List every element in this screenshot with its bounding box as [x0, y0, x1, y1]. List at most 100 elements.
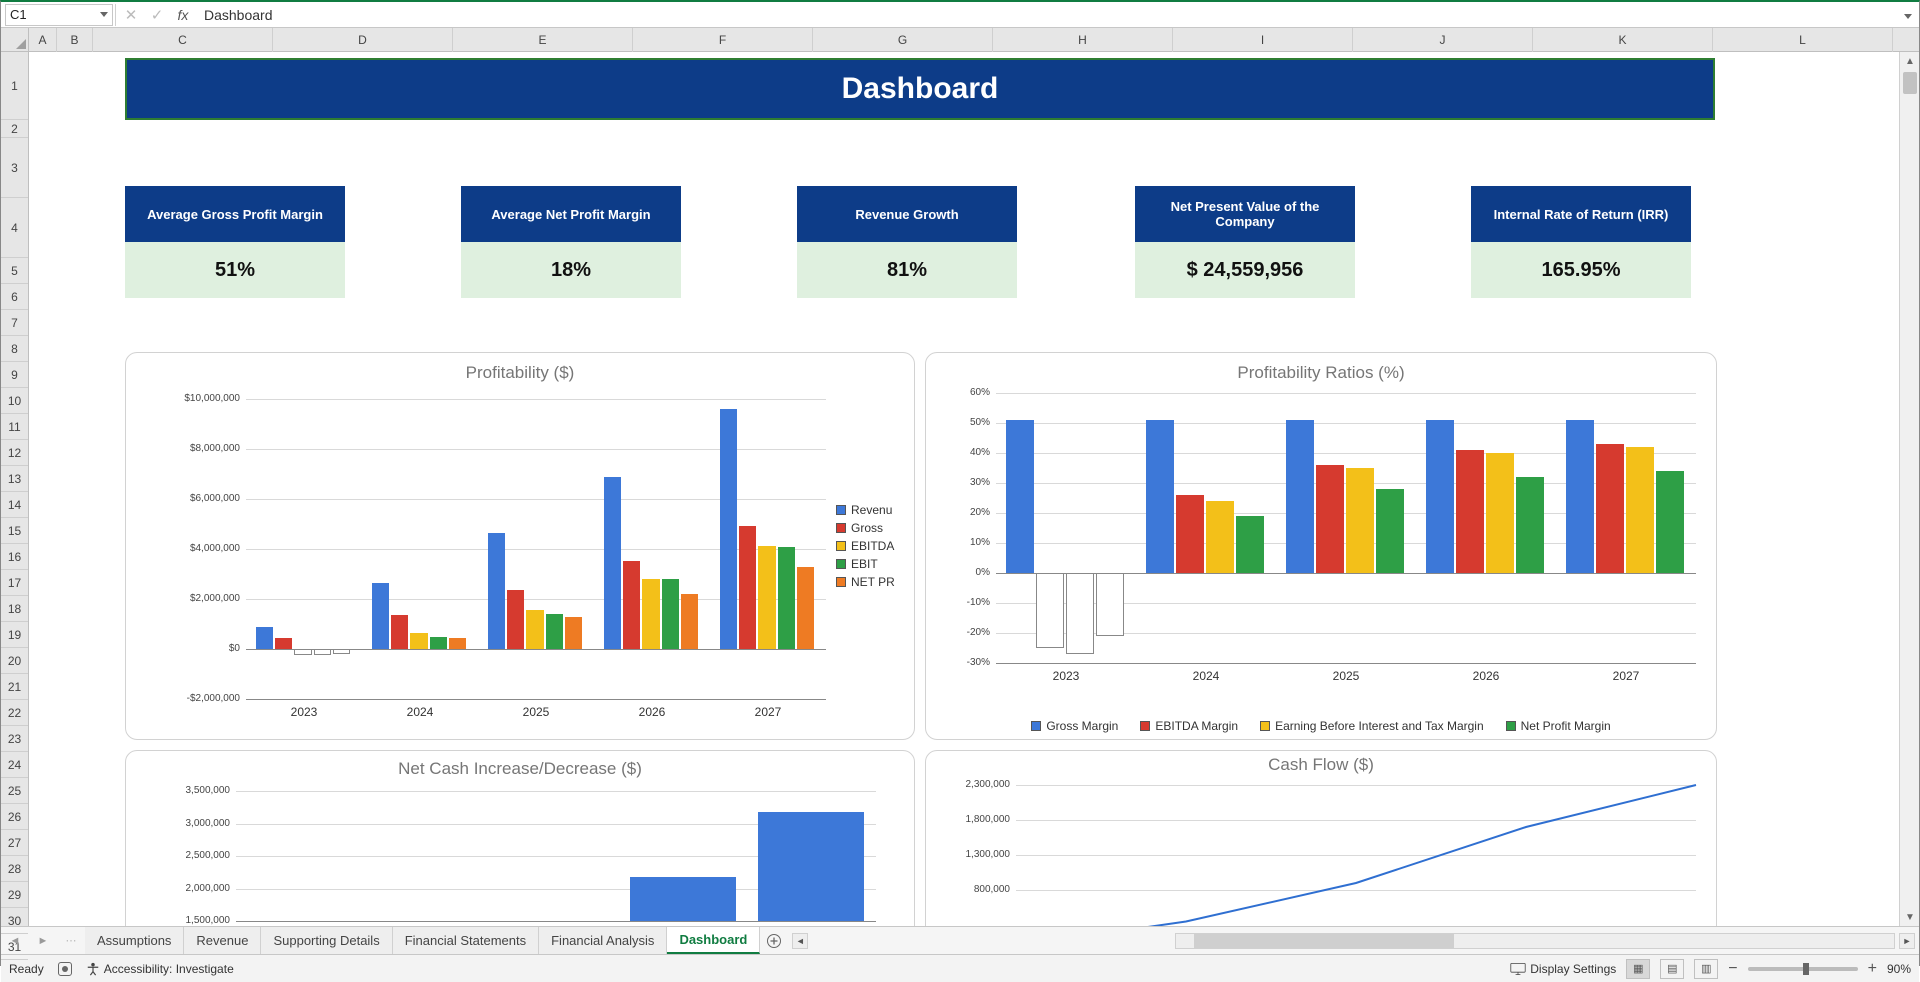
- row-header-18[interactable]: 18: [1, 596, 28, 622]
- row-header-28[interactable]: 28: [1, 856, 28, 882]
- tab-nav-last-icon[interactable]: ►: [37, 935, 48, 947]
- row-header-24[interactable]: 24: [1, 752, 28, 778]
- column-headers: ABCDEFGHIJKL: [29, 28, 1899, 52]
- sheet-tab-dashboard[interactable]: Dashboard: [667, 927, 760, 954]
- expand-formula-bar-icon[interactable]: [1897, 8, 1919, 22]
- column-header-F[interactable]: F: [633, 28, 813, 52]
- row-header-22[interactable]: 22: [1, 700, 28, 726]
- row-header-23[interactable]: 23: [1, 726, 28, 752]
- new-sheet-button[interactable]: [760, 927, 788, 954]
- row-header-20[interactable]: 20: [1, 648, 28, 674]
- bar: [1656, 471, 1684, 573]
- row-header-15[interactable]: 15: [1, 518, 28, 544]
- row-header-25[interactable]: 25: [1, 778, 28, 804]
- row-header-19[interactable]: 19: [1, 622, 28, 648]
- scroll-left-icon[interactable]: ◄: [792, 933, 808, 949]
- row-header-4[interactable]: 4: [1, 198, 28, 258]
- dashboard-title-box: Dashboard: [125, 58, 1715, 120]
- column-header-G[interactable]: G: [813, 28, 993, 52]
- zoom-slider[interactable]: [1748, 967, 1858, 971]
- column-header-B[interactable]: B: [57, 28, 93, 52]
- chevron-down-icon[interactable]: [100, 12, 108, 17]
- sheet-grid[interactable]: Dashboard Average Gross Profit Margin51%…: [29, 52, 1899, 926]
- bar: [1176, 495, 1204, 573]
- column-header-H[interactable]: H: [993, 28, 1173, 52]
- accessibility-status[interactable]: Accessibility: Investigate: [86, 962, 234, 976]
- row-header-11[interactable]: 11: [1, 414, 28, 440]
- bar: [430, 637, 447, 650]
- row-header-3[interactable]: 3: [1, 138, 28, 198]
- select-all-corner[interactable]: [1, 28, 29, 52]
- fx-icon[interactable]: fx: [170, 7, 196, 23]
- bar: [294, 649, 311, 655]
- column-header-C[interactable]: C: [93, 28, 273, 52]
- x-category-label: 2025: [1276, 669, 1416, 683]
- bar: [1066, 573, 1094, 654]
- y-tick-label: 10%: [928, 537, 990, 548]
- sheet-tab-revenue[interactable]: Revenue: [184, 927, 261, 954]
- row-header-9[interactable]: 9: [1, 362, 28, 388]
- column-header-E[interactable]: E: [453, 28, 633, 52]
- macro-record-icon[interactable]: [58, 962, 72, 976]
- page-title: Dashboard: [842, 72, 999, 106]
- row-header-10[interactable]: 10: [1, 388, 28, 414]
- accept-formula-icon[interactable]: ✓: [144, 6, 170, 24]
- display-settings-button[interactable]: Display Settings: [1510, 962, 1616, 976]
- horizontal-scrollbar[interactable]: ◄ ►: [788, 927, 1919, 954]
- x-category-label: 2023: [996, 669, 1136, 683]
- row-header-1[interactable]: 1: [1, 52, 28, 120]
- row-header-6[interactable]: 6: [1, 284, 28, 310]
- tab-nav[interactable]: ◄ ► ⋯: [1, 927, 85, 954]
- column-header-L[interactable]: L: [1713, 28, 1893, 52]
- formula-input[interactable]: Dashboard: [196, 4, 1897, 26]
- row-header-17[interactable]: 17: [1, 570, 28, 596]
- bar: [546, 614, 563, 649]
- column-header-D[interactable]: D: [273, 28, 453, 52]
- view-page-layout-button[interactable]: ▤: [1660, 959, 1684, 979]
- cancel-formula-icon[interactable]: ✕: [118, 6, 144, 24]
- scroll-thumb[interactable]: [1903, 72, 1917, 94]
- chart-net-cash[interactable]: Net Cash Increase/Decrease ($) 1,500,000…: [125, 750, 915, 926]
- vertical-scrollbar[interactable]: ▲ ▼: [1899, 52, 1919, 926]
- row-header-13[interactable]: 13: [1, 466, 28, 492]
- name-box[interactable]: C1: [5, 4, 113, 26]
- bar: [1626, 447, 1654, 573]
- row-header-14[interactable]: 14: [1, 492, 28, 518]
- row-header-12[interactable]: 12: [1, 440, 28, 466]
- scroll-up-icon[interactable]: ▲: [1900, 52, 1920, 70]
- row-header-27[interactable]: 27: [1, 830, 28, 856]
- column-header-A[interactable]: A: [29, 28, 57, 52]
- row-header-2[interactable]: 2: [1, 120, 28, 138]
- row-header-16[interactable]: 16: [1, 544, 28, 570]
- row-header-29[interactable]: 29: [1, 882, 28, 908]
- column-header-K[interactable]: K: [1533, 28, 1713, 52]
- hscroll-thumb[interactable]: [1194, 934, 1454, 948]
- chart-profitability[interactable]: Profitability ($) -$2,000,000$0$2,000,00…: [125, 352, 915, 740]
- sheet-tab-financial-analysis[interactable]: Financial Analysis: [539, 927, 667, 954]
- sheet-tab-assumptions[interactable]: Assumptions: [85, 927, 184, 954]
- row-header-26[interactable]: 26: [1, 804, 28, 830]
- zoom-out-button[interactable]: −: [1728, 960, 1737, 978]
- view-page-break-button[interactable]: ▥: [1694, 959, 1718, 979]
- bar: [275, 638, 292, 649]
- bar: [1516, 477, 1544, 573]
- view-normal-button[interactable]: ▦: [1626, 959, 1650, 979]
- sheet-tab-supporting-details[interactable]: Supporting Details: [261, 927, 392, 954]
- bar: [604, 477, 621, 650]
- chart-cash-flow[interactable]: Cash Flow ($) 800,0001,300,0001,800,0002…: [925, 750, 1717, 926]
- scroll-down-icon[interactable]: ▼: [1900, 908, 1920, 926]
- kpi-label: Net Present Value of the Company: [1135, 186, 1355, 242]
- column-header-J[interactable]: J: [1353, 28, 1533, 52]
- chart-profitability-ratios[interactable]: Profitability Ratios (%) -30%-20%-10%0%1…: [925, 352, 1717, 740]
- row-header-5[interactable]: 5: [1, 258, 28, 284]
- row-header-7[interactable]: 7: [1, 310, 28, 336]
- column-header-I[interactable]: I: [1173, 28, 1353, 52]
- bar: [314, 649, 331, 655]
- zoom-in-button[interactable]: +: [1868, 960, 1877, 978]
- sheet-tab-financial-statements[interactable]: Financial Statements: [393, 927, 539, 954]
- scroll-right-icon[interactable]: ►: [1899, 933, 1915, 949]
- row-header-21[interactable]: 21: [1, 674, 28, 700]
- zoom-level[interactable]: 90%: [1887, 962, 1911, 976]
- tab-nav-first-icon[interactable]: ◄: [10, 935, 21, 947]
- row-header-8[interactable]: 8: [1, 336, 28, 362]
